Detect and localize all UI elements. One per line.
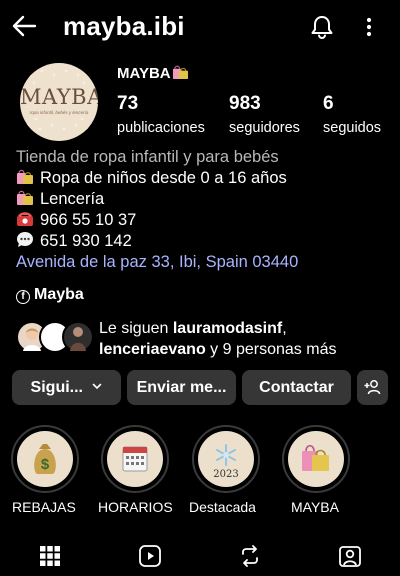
bio-line-mobile[interactable]: 651 930 142 bbox=[16, 231, 386, 252]
shopping-bags-icon bbox=[302, 444, 329, 471]
reposts-icon[interactable] bbox=[238, 544, 262, 568]
bio-line-lingerie: Lencería bbox=[16, 189, 386, 210]
profile-display-name: MAYBA bbox=[117, 64, 189, 82]
avatar bbox=[62, 321, 94, 353]
bio-line-text: 651 930 142 bbox=[40, 232, 132, 250]
telephone-icon bbox=[17, 212, 33, 226]
followed-by[interactable]: Le siguen lauramodasinf, lenceriaevano y … bbox=[16, 318, 386, 360]
avatar-logo-text: MAYBA bbox=[20, 85, 98, 109]
stat-followers-label: seguidores bbox=[229, 120, 300, 136]
highlight-label: HORARIOS bbox=[98, 499, 173, 515]
reels-icon[interactable] bbox=[138, 544, 162, 568]
highlight-ring bbox=[282, 425, 350, 493]
highlight-cover-caption: 2023 bbox=[213, 469, 239, 480]
profile-avatar[interactable]: MAYBA ropa infantil, bebés y lencería bbox=[20, 63, 98, 141]
following-button[interactable]: Sigui... bbox=[12, 370, 121, 405]
svg-text:$: $ bbox=[41, 456, 50, 473]
highlight-mayba[interactable]: MAYBA bbox=[282, 425, 354, 515]
profile-username: mayba.ibi bbox=[63, 11, 185, 41]
follower-link[interactable]: lauramodasinf bbox=[173, 320, 282, 337]
highlight-cover bbox=[288, 431, 344, 487]
highlight-rebajas[interactable]: $ REBAJAS bbox=[11, 425, 83, 515]
stat-following-value: 6 bbox=[323, 93, 334, 114]
bio-category: Tienda de ropa infantil y para bebés bbox=[16, 148, 279, 166]
calendar-icon bbox=[122, 446, 148, 472]
facebook-label: Mayba bbox=[34, 286, 84, 303]
followed-by-separator: , bbox=[282, 320, 287, 337]
profile-bio: Tienda de ropa infantil y para bebés Rop… bbox=[16, 147, 386, 273]
bio-line-kids-clothes: Ropa de niños desde 0 a 16 años bbox=[16, 168, 386, 189]
stat-followers[interactable]: 983 seguidores bbox=[229, 93, 300, 138]
follower-link[interactable]: lenceriaevano bbox=[99, 341, 206, 358]
stat-posts-label: publicaciones bbox=[117, 120, 205, 136]
add-person-icon bbox=[364, 380, 381, 395]
speech-bubble-icon bbox=[17, 232, 33, 247]
highlight-cover: $ bbox=[17, 431, 73, 487]
profile-tab-bar bbox=[0, 536, 400, 576]
facebook-icon: f bbox=[16, 290, 30, 304]
followed-by-text: Le siguen lauramodasinf, lenceriaevano y … bbox=[99, 318, 389, 360]
following-button-label: Sigui... bbox=[30, 379, 83, 396]
highlight-cover bbox=[107, 431, 163, 487]
more-vertical-icon[interactable] bbox=[358, 14, 380, 40]
avatar-tagline: ropa infantil, bebés y lencería bbox=[29, 110, 89, 115]
followed-by-prefix: Le siguen bbox=[99, 320, 173, 337]
shopping-bags-icon bbox=[172, 65, 188, 80]
shopping-bags-icon bbox=[17, 169, 33, 184]
stat-following-label: seguidos bbox=[323, 120, 382, 136]
arrow-left-icon[interactable] bbox=[10, 12, 38, 40]
contact-button[interactable]: Contactar bbox=[242, 370, 351, 405]
highlight-label: REBAJAS bbox=[12, 499, 76, 515]
grid-icon[interactable] bbox=[38, 544, 62, 568]
highlight-cover: 2023 bbox=[198, 431, 254, 487]
highlight-horarios[interactable]: HORARIOS bbox=[98, 425, 173, 515]
add-person-button[interactable] bbox=[357, 370, 388, 405]
stat-following[interactable]: 6 seguidos bbox=[323, 93, 381, 138]
bio-address-link[interactable]: Avenida de la paz 33, Ibi, Spain 03440 bbox=[16, 252, 386, 273]
chevron-down-icon bbox=[93, 383, 102, 390]
stat-followers-value: 983 bbox=[229, 93, 261, 114]
bio-line-text: Lencería bbox=[40, 190, 105, 208]
highlight-ring bbox=[101, 425, 169, 493]
bio-line-text: Ropa de niños desde 0 a 16 años bbox=[40, 169, 287, 187]
display-name-text: MAYBA bbox=[117, 65, 171, 82]
follower-avatars bbox=[16, 321, 94, 353]
money-bag-icon: $ bbox=[34, 444, 56, 474]
bio-line-text: 966 55 10 37 bbox=[40, 211, 137, 229]
facebook-link[interactable]: f Mayba bbox=[16, 286, 84, 304]
highlight-label: Destacada bbox=[189, 499, 256, 515]
bell-icon[interactable] bbox=[309, 14, 335, 40]
bio-line-phone[interactable]: 966 55 10 37 bbox=[16, 210, 386, 231]
stat-posts-value: 73 bbox=[117, 93, 139, 114]
stat-posts[interactable]: 73 publicaciones bbox=[117, 93, 205, 138]
followed-by-suffix: y 9 personas más bbox=[205, 341, 337, 358]
shopping-bags-icon bbox=[17, 190, 33, 205]
top-bar: mayba.ibi bbox=[0, 0, 400, 56]
lingerie-photo-icon bbox=[70, 327, 86, 351]
highlight-ring: 2023 bbox=[192, 425, 260, 493]
tagged-icon[interactable] bbox=[338, 544, 362, 568]
highlight-destacada[interactable]: 2023 Destacada bbox=[189, 425, 264, 515]
highlight-label: MAYBA bbox=[291, 499, 339, 515]
highlight-ring: $ bbox=[11, 425, 79, 493]
message-button[interactable]: Enviar me... bbox=[127, 370, 236, 405]
